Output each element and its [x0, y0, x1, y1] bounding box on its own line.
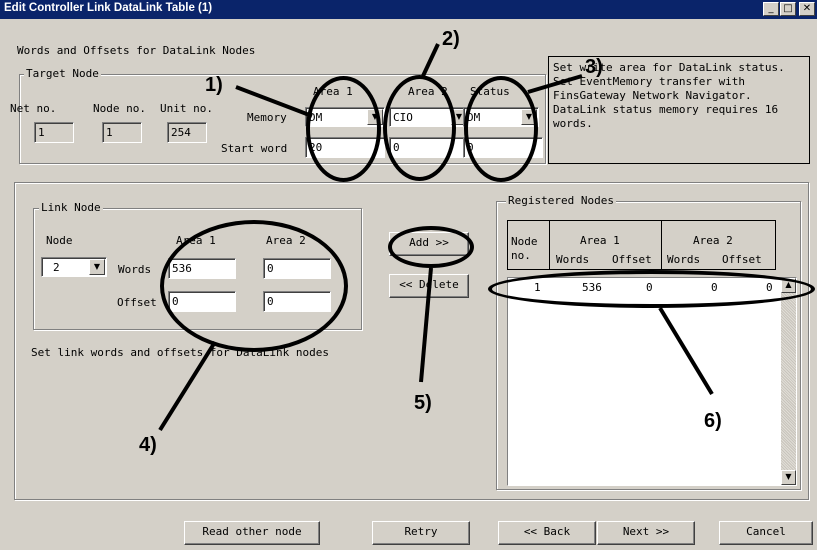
annotation-label-2: 2) [442, 28, 460, 50]
annotation-leader-lines [158, 43, 714, 432]
annotation-label-3: 3) [585, 56, 603, 78]
annotation-label-1: 1) [205, 74, 223, 96]
annotation-label-4: 4) [139, 434, 157, 456]
annotation-label-6: 6) [704, 410, 722, 432]
annotation-label-5: 5) [414, 392, 432, 414]
